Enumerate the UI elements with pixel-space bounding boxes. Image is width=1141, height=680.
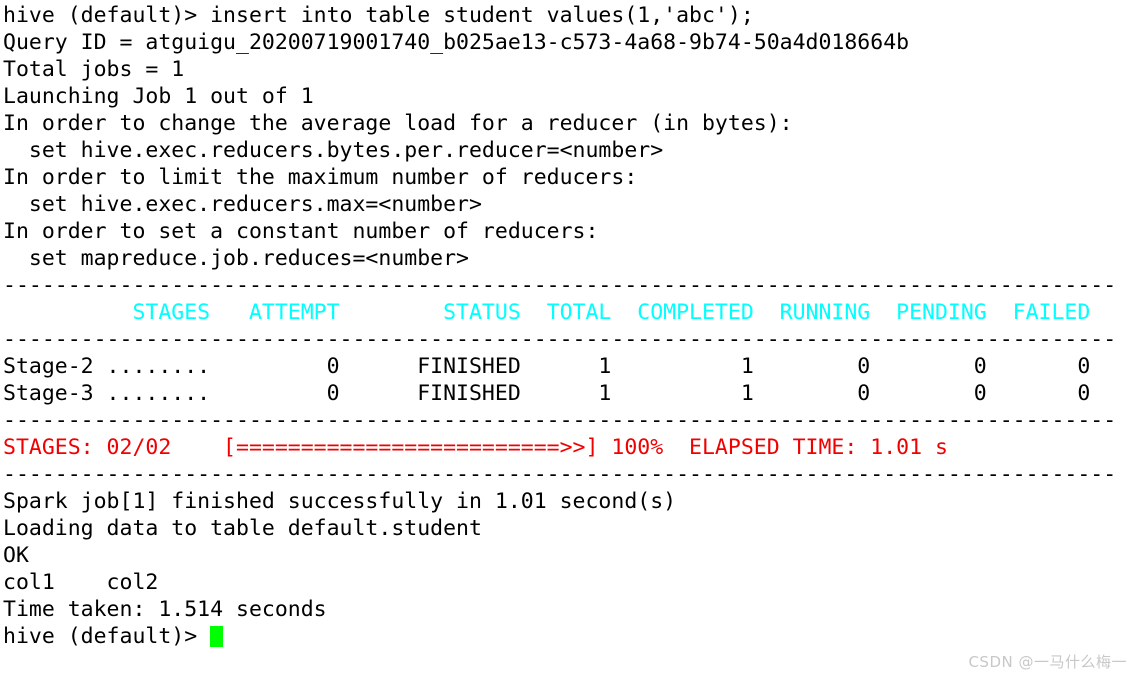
terminal-line-launching-job: Launching Job 1 out of 1 bbox=[3, 84, 314, 109]
cursor-block bbox=[210, 626, 224, 647]
terminal-line-query-id: Query ID = atguigu_20200719001740_b025ae… bbox=[3, 30, 910, 55]
terminal-line-set-bytes-per-reducer: set hive.exec.reducers.bytes.per.reducer… bbox=[3, 138, 664, 163]
stage-table-row: Stage-3 ........ 0 FINISHED 1 1 0 0 0 bbox=[3, 381, 1091, 406]
terminal-line-spark-finished: Spark job[1] finished successfully in 1.… bbox=[3, 489, 677, 514]
terminal-line-command: hive (default)> insert into table studen… bbox=[3, 3, 754, 28]
terminal-divider-bottom: ----------------------------------------… bbox=[3, 462, 1117, 487]
terminal-line-order-limit-max-reducers: In order to limit the maximum number of … bbox=[3, 165, 638, 190]
terminal-divider-top: ----------------------------------------… bbox=[3, 273, 1117, 298]
stage-table-row: Stage-2 ........ 0 FINISHED 1 1 0 0 0 bbox=[3, 354, 1091, 379]
csdn-watermark: CSDN @一马什么梅一 bbox=[968, 653, 1127, 671]
terminal-line-total-jobs: Total jobs = 1 bbox=[3, 57, 185, 82]
prompt-text: hive (default)> bbox=[3, 624, 211, 649]
terminal-window[interactable]: hive (default)> insert into table studen… bbox=[0, 2, 1141, 680]
terminal-line-loading-data: Loading data to table default.student bbox=[3, 516, 482, 541]
terminal-line-order-average-load: In order to change the average load for … bbox=[3, 111, 793, 136]
terminal-prompt-line[interactable]: hive (default)> bbox=[0, 623, 1141, 650]
stage-table-header: STAGES ATTEMPT STATUS TOTAL COMPLETED RU… bbox=[3, 300, 1091, 325]
terminal-line-order-constant-reducers: In order to set a constant number of red… bbox=[3, 219, 599, 244]
terminal-line-result-columns: col1 col2 bbox=[3, 570, 159, 595]
terminal-line-time-taken: Time taken: 1.514 seconds bbox=[3, 597, 327, 622]
progress-bar-line: STAGES: 02/02 [=========================… bbox=[3, 435, 948, 460]
terminal-divider-rows: ----------------------------------------… bbox=[3, 408, 1117, 433]
terminal-divider-header: ----------------------------------------… bbox=[3, 327, 1117, 352]
terminal-line-ok: OK bbox=[3, 543, 29, 568]
terminal-line-set-reducers-max: set hive.exec.reducers.max=<number> bbox=[3, 192, 482, 217]
terminal-line-set-job-reduces: set mapreduce.job.reduces=<number> bbox=[3, 246, 469, 271]
